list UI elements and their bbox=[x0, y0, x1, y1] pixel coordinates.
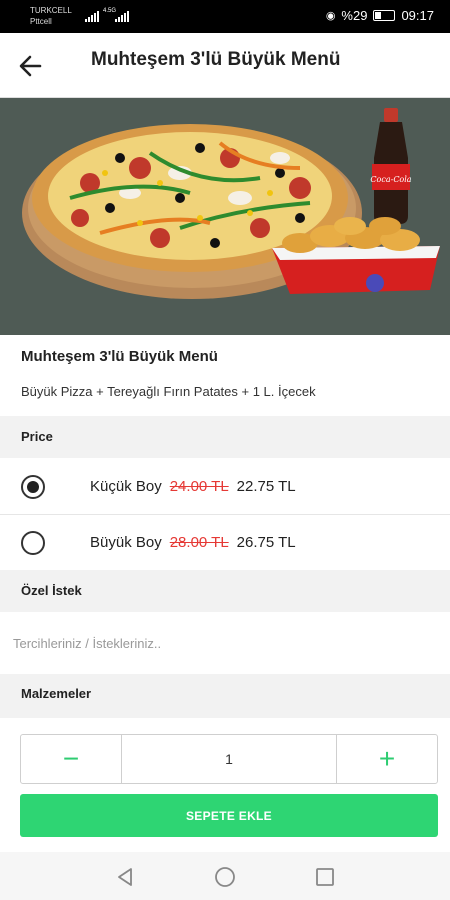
quantity-value: 1 bbox=[225, 751, 233, 767]
special-request-input[interactable] bbox=[0, 612, 450, 674]
carrier-1: TURKCELL bbox=[30, 6, 72, 15]
wifi-eye-icon: ◉ bbox=[325, 10, 336, 22]
quantity-stepper: − 1 + bbox=[20, 734, 438, 784]
minus-icon: − bbox=[62, 743, 80, 774]
carrier-2: Pttcell bbox=[30, 17, 52, 26]
page-title: Muhteşem 3'lü Büyük Menü bbox=[91, 49, 341, 70]
plus-icon: + bbox=[378, 743, 396, 774]
nav-home-icon[interactable] bbox=[214, 866, 236, 888]
price-section-header: Price bbox=[0, 416, 450, 458]
size-option-small[interactable]: Küçük Boy 24.00 TL 22.75 TL bbox=[0, 459, 450, 515]
old-price: 28.00 TL bbox=[169, 534, 229, 551]
system-nav-bar bbox=[0, 852, 450, 900]
back-button[interactable] bbox=[14, 51, 48, 81]
special-request-header: Özel İstek bbox=[0, 570, 450, 612]
radio-selected-icon[interactable] bbox=[21, 475, 45, 499]
product-description: Büyük Pizza + Tereyağlı Fırın Patates + … bbox=[21, 384, 316, 399]
arrow-left-icon bbox=[19, 55, 42, 77]
add-to-cart-button[interactable]: SEPETE EKLE bbox=[20, 794, 438, 837]
cola-bottle: Coca-Cola bbox=[370, 108, 412, 224]
status-bar: TURKCELL Pttcell 4.5G ◉ %29 09:17 bbox=[0, 0, 450, 33]
battery-icon bbox=[373, 10, 396, 21]
carrier-names: TURKCELL Pttcell bbox=[30, 5, 72, 27]
signal-icon-2 bbox=[115, 10, 129, 22]
increase-button[interactable]: + bbox=[336, 735, 437, 783]
app-bar: Muhteşem 3'lü Büyük Menü bbox=[0, 33, 450, 98]
ingredients-header: Malzemeler bbox=[0, 674, 450, 718]
nav-back-icon[interactable] bbox=[114, 866, 136, 888]
product-title: Muhteşem 3'lü Büyük Menü bbox=[21, 348, 218, 365]
option-name: Büyük Boy bbox=[90, 534, 162, 551]
option-price: 26.75 TL bbox=[236, 534, 296, 551]
signal-icon bbox=[85, 10, 99, 22]
cola-label: Coca-Cola bbox=[370, 175, 411, 184]
size-option-large[interactable]: Büyük Boy 28.00 TL 26.75 TL bbox=[0, 515, 450, 571]
option-name: Küçük Boy bbox=[90, 478, 162, 495]
nav-recents-icon[interactable] bbox=[314, 866, 336, 888]
battery-percent: %29 bbox=[341, 8, 368, 23]
decrease-button[interactable]: − bbox=[21, 735, 122, 783]
product-image: Coca-Cola bbox=[0, 98, 450, 335]
product-info: Muhteşem 3'lü Büyük Menü Büyük Pizza + T… bbox=[0, 335, 450, 415]
option-price: 22.75 TL bbox=[236, 478, 296, 495]
radio-unselected-icon[interactable] bbox=[21, 531, 45, 555]
clock: 09:17 bbox=[401, 8, 434, 23]
old-price: 24.00 TL bbox=[169, 478, 229, 495]
